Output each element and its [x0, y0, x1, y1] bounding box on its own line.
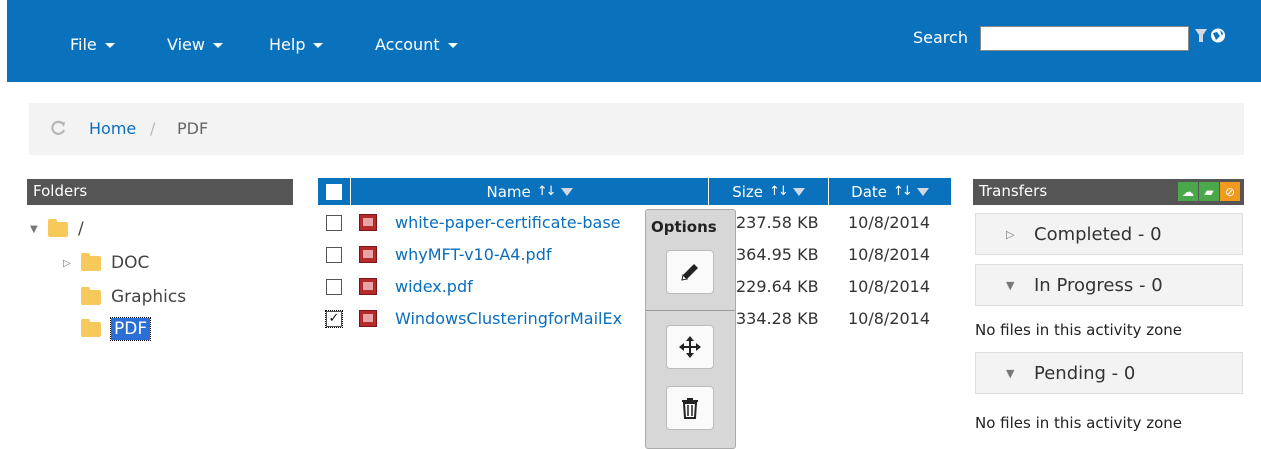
- search-tools: [1194, 27, 1228, 49]
- filter-icon[interactable]: [792, 187, 805, 196]
- collapsed-triangle-icon[interactable]: ▷: [63, 258, 73, 269]
- folder-label: /: [78, 219, 84, 239]
- folder-root[interactable]: ▼ /: [30, 218, 84, 239]
- file-size: 229.64 KB: [736, 277, 819, 296]
- row-checkbox[interactable]: [326, 247, 342, 263]
- file-date: 10/8/2014: [848, 277, 931, 296]
- divider: [646, 310, 735, 311]
- menu-view[interactable]: View: [167, 35, 223, 54]
- file-size: 334.28 KB: [736, 309, 819, 328]
- caret-down-icon: [104, 43, 115, 48]
- pdf-file-icon: [359, 310, 377, 327]
- select-all-header: [318, 178, 351, 205]
- breadcrumb-current: PDF: [177, 119, 209, 138]
- file-date: 10/8/2014: [848, 213, 931, 232]
- folder-label: PDF: [109, 317, 152, 341]
- search-input[interactable]: [980, 26, 1189, 51]
- refresh-icon[interactable]: [49, 119, 67, 137]
- file-name-link[interactable]: white-paper-certificate-base: [395, 213, 645, 232]
- file-size: 364.95 KB: [736, 245, 819, 264]
- pdf-file-icon: [359, 278, 377, 295]
- folder-icon: [81, 252, 101, 271]
- column-name[interactable]: Name ↑↓: [351, 178, 709, 205]
- filter-icon[interactable]: [916, 187, 929, 196]
- sort-icon[interactable]: ↑↓: [893, 184, 913, 199]
- caret-down-icon: [212, 43, 223, 48]
- expanded-triangle-icon: ▼: [1006, 278, 1015, 292]
- row-checkbox[interactable]: [326, 279, 342, 295]
- menu-help[interactable]: Help: [269, 35, 324, 54]
- transfers-header: Transfers ☁ ▰ ⊘: [973, 179, 1244, 205]
- filter-icon[interactable]: [1195, 29, 1207, 42]
- column-size[interactable]: Size ↑↓: [709, 178, 829, 205]
- top-navbar: File View Help Account Search: [7, 0, 1261, 82]
- edit-button[interactable]: [666, 250, 714, 294]
- folder-icon: [48, 218, 68, 237]
- column-date[interactable]: Date ↑↓: [829, 178, 951, 205]
- menu-file[interactable]: File: [70, 35, 115, 54]
- file-name-link[interactable]: whyMFT-v10-A4.pdf: [395, 245, 645, 264]
- collapsed-triangle-icon: ▷: [1006, 227, 1015, 241]
- zone-in-progress[interactable]: ▼ In Progress - 0: [975, 264, 1243, 306]
- caret-down-icon: [447, 43, 458, 48]
- upload-icon[interactable]: ☁: [1178, 182, 1198, 201]
- breadcrumb-separator: /: [150, 119, 156, 138]
- folder-open-icon[interactable]: ▰: [1199, 182, 1219, 201]
- pencil-icon: [681, 264, 698, 281]
- select-all-checkbox[interactable]: [326, 183, 342, 200]
- row-checkbox[interactable]: [326, 215, 342, 231]
- expanded-triangle-icon: ▼: [1006, 366, 1015, 380]
- folder-icon: [81, 286, 101, 305]
- globe-icon[interactable]: [1211, 28, 1225, 43]
- move-button[interactable]: [666, 325, 714, 369]
- move-icon: [679, 336, 701, 358]
- trash-icon: [682, 398, 698, 419]
- zone-completed[interactable]: ▷ Completed - 0: [975, 213, 1243, 255]
- caret-down-icon: [313, 43, 324, 48]
- sort-icon[interactable]: ↑↓: [769, 184, 789, 199]
- file-date: 10/8/2014: [848, 245, 931, 264]
- file-size: 237.58 KB: [736, 213, 819, 232]
- options-title: Options: [651, 218, 717, 236]
- file-name-link[interactable]: WindowsClusteringforMailEx: [395, 309, 645, 328]
- folder-label: Graphics: [111, 287, 187, 307]
- empty-zone-message: No files in this activity zone: [975, 414, 1183, 432]
- search-label: Search: [913, 28, 968, 47]
- pdf-file-icon: [359, 214, 377, 231]
- file-name-link[interactable]: widex.pdf: [395, 277, 645, 296]
- menu-account[interactable]: Account: [375, 35, 458, 54]
- transfer-actions: ☁ ▰ ⊘: [1178, 182, 1240, 201]
- options-popup: Options: [645, 209, 736, 449]
- filter-icon[interactable]: [560, 187, 573, 196]
- breadcrumb: Home / PDF: [29, 103, 1244, 155]
- empty-zone-message: No files in this activity zone: [975, 321, 1183, 339]
- row-checkbox-checked[interactable]: ✓: [325, 310, 343, 328]
- pdf-file-icon: [359, 246, 377, 263]
- delete-button[interactable]: [666, 386, 714, 430]
- cancel-icon[interactable]: ⊘: [1220, 182, 1240, 201]
- folder-pdf[interactable]: PDF: [81, 317, 152, 341]
- folder-graphics[interactable]: Graphics: [81, 286, 187, 307]
- folders-header: Folders: [27, 179, 293, 205]
- folder-icon: [81, 318, 101, 337]
- expanded-triangle-icon[interactable]: ▼: [30, 224, 40, 235]
- sort-icon[interactable]: ↑↓: [537, 184, 557, 199]
- file-date: 10/8/2014: [848, 309, 931, 328]
- folder-doc[interactable]: ▷ DOC: [63, 252, 150, 273]
- folder-label: DOC: [111, 253, 150, 273]
- zone-pending[interactable]: ▼ Pending - 0: [975, 352, 1243, 394]
- breadcrumb-home-link[interactable]: Home: [89, 119, 136, 138]
